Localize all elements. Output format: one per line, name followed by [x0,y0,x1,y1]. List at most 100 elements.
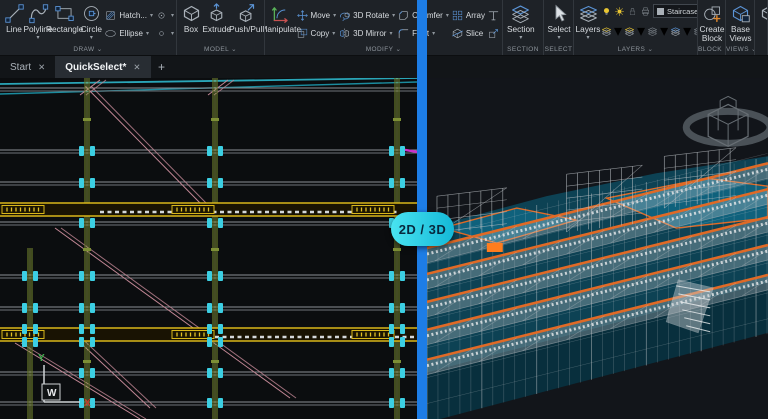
sun-icon[interactable] [614,6,625,17]
hatch-button-label: Hatch... [119,11,147,20]
layer-select-value: Staircase [667,7,698,16]
layer-color-swatch [657,8,664,15]
layers-button-label: Layers [576,25,601,34]
boxarrow-button[interactable] [487,26,500,40]
ellipse-button-label: Ellipse [119,29,143,38]
printer-icon[interactable] [640,6,651,17]
pushpull-button[interactable]: Push/Pull [231,3,262,34]
close-icon[interactable]: ✕ [133,62,140,73]
mirror3d-button[interactable]: 3D Mirror▾ [338,26,395,40]
document-tabbar: Start ✕ QuickSelect* ✕ + [0,56,768,78]
rectangle-button[interactable]: Rectangle [51,3,78,34]
chevron-down-icon[interactable]: ▾ [150,12,153,19]
group-label-views: VIEWS ⌄ [726,45,754,53]
viewport-3d[interactable] [427,78,768,419]
new-tab-button[interactable]: + [151,56,173,78]
box-button-label: Box [184,25,198,34]
copy-button[interactable]: Copy▾ [296,26,337,40]
bricscad-window: LinePolyline▾RectangleCircle▾Hatch...▾El… [0,0,768,419]
chevron-down-icon[interactable]: ▾ [333,12,336,19]
chevron-down-icon[interactable]: ▾ [171,30,174,37]
line-button[interactable]: Line [3,3,25,34]
move-icon [296,9,309,22]
chevron-down-icon[interactable]: ▾ [660,21,668,41]
layer-select[interactable]: Staircase⌄ [653,4,698,18]
rectangle-icon [54,3,75,24]
padlock-icon[interactable] [627,6,638,17]
layers-button[interactable]: Layers▾ [577,3,599,41]
section-button[interactable]: Section▾ [506,3,536,41]
boxarrow-icon [487,27,500,40]
circle-style-button[interactable]: ▾ [155,8,174,22]
array-button[interactable]: Array [451,8,485,22]
toolbar-group-draw: LinePolyline▾RectangleCircle▾Hatch...▾El… [0,0,177,55]
manipulate-button[interactable]: Manipulate [268,3,294,34]
rotate3d-button[interactable]: 3D Rotate▾ [338,8,395,22]
circle-icon [81,3,102,24]
ribbon-toolbar: LinePolyline▾RectangleCircle▾Hatch...▾El… [0,0,768,56]
2d-3d-toggle[interactable]: 2D / 3D [391,212,454,246]
base-views-button-label: Base Views [730,25,752,44]
group-label-select: SELECT [544,46,573,53]
select-button[interactable]: Select▾ [547,3,571,41]
base-views-button[interactable]: Base Views [729,3,752,44]
polyline-button[interactable]: Polyline▾ [27,3,49,41]
tab-label: QuickSelect* [65,62,126,73]
viewport-2d[interactable]: YXW [0,78,417,419]
svg-text:W: W [47,388,57,399]
bulb-icon[interactable] [601,6,612,17]
chevron-down-icon[interactable]: ▾ [36,35,39,41]
drawing-2d-elevation: YXW [0,78,417,419]
2d-3d-toggle-label: 2D / 3D [399,222,447,237]
rectangle-button-label: Rectangle [46,25,83,34]
chevron-down-icon[interactable]: ▾ [146,30,149,37]
chevron-down-icon[interactable]: ▾ [683,21,691,41]
slice-button[interactable]: Slice [451,26,485,40]
layer-tool-icon-4[interactable] [670,26,681,37]
tconnect-button[interactable] [487,8,500,22]
tab-label: Start [10,62,31,73]
tab-start[interactable]: Start ✕ [0,56,55,78]
tslot-icon [487,9,500,22]
ellipse-button[interactable]: Ellipse▾ [104,26,153,40]
chevron-down-icon[interactable]: ▾ [171,12,174,19]
close-icon[interactable]: ✕ [38,62,45,73]
chevron-down-icon[interactable]: ▾ [557,35,560,41]
2d-3d-divider[interactable] [417,0,427,419]
chevron-down-icon[interactable]: ▾ [432,30,435,37]
pushpull-icon [236,3,257,24]
box-button[interactable]: Box [180,3,202,34]
chevron-down-icon[interactable]: ▾ [90,35,93,41]
layer-tool-icon-2[interactable] [624,26,635,37]
circle-button[interactable]: Circle▾ [80,3,102,41]
svg-text:X: X [84,398,91,409]
chevron-down-icon[interactable]: ▾ [637,21,645,41]
copy-icon [296,27,309,40]
chevron-down-icon[interactable]: ▾ [519,35,522,41]
hatch-button[interactable]: Hatch...▾ [104,8,153,22]
rotate3d-button-label: 3D Rotate [353,11,389,20]
move-button[interactable]: Move▾ [296,8,337,22]
circle-sm-icon [155,9,168,22]
toolbar-group-section: Section▾SECTION [503,0,544,55]
create-block-button[interactable]: Create Block [701,3,723,44]
extrude-button[interactable]: Extrude [204,3,229,34]
group-label-modify: MODIFY ⌄ [265,45,502,53]
extrude-icon [206,3,227,24]
layer-tool-icon-3[interactable] [647,26,658,37]
chevron-down-icon[interactable]: ▾ [392,12,395,19]
chevron-down-icon[interactable]: ▾ [446,12,449,19]
chevron-down-icon[interactable]: ▾ [586,35,589,41]
layer-tool-icon-1[interactable] [601,26,612,37]
select-icon [549,3,570,24]
chevron-down-icon[interactable]: ▾ [389,30,392,37]
overflow-button[interactable] [758,3,768,24]
tab-quickselect[interactable]: QuickSelect* ✕ [55,56,150,78]
mirror3d-button-label: 3D Mirror [353,29,386,38]
point-style-button[interactable]: ▾ [155,26,174,40]
select-button-label: Select [547,25,570,34]
circle-button-label: Circle [81,25,102,34]
chevron-down-icon[interactable]: ▾ [614,21,622,41]
toolbar-group-select: Select▾ SELECT [544,0,574,55]
chevron-down-icon[interactable]: ▾ [332,30,335,37]
